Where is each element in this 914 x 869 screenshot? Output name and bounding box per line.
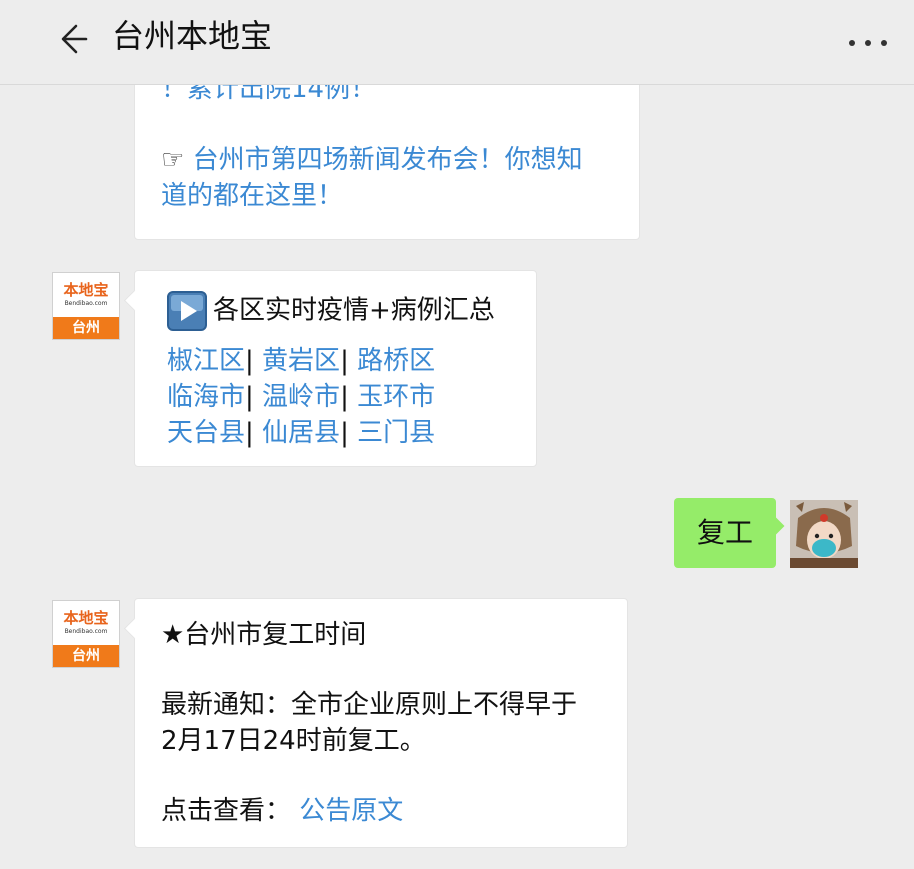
- resume-work-notice: 最新通知：全市企业原则上不得早于 2月17日24时前复工。: [161, 687, 577, 759]
- district-link[interactable]: 椒江区: [167, 346, 245, 376]
- message-bubble-districts: 各区实时疫情+病例汇总 椒江区| 黄岩区| 路桥区 临海市| 温岭市| 玉环市 …: [134, 270, 537, 467]
- more-button[interactable]: [844, 28, 892, 58]
- message-list[interactable]: ！累计出院14例！ ☞ 台州市第四场新闻发布会！你想知 道的都在这里！ 本地宝 …: [0, 85, 914, 869]
- districts-headline-row: 各区实时疫情+病例汇总: [167, 291, 495, 331]
- district-link[interactable]: 天台县: [167, 418, 245, 448]
- district-link[interactable]: 三门县: [357, 418, 435, 448]
- districts-headline: 各区实时疫情+病例汇总: [213, 295, 495, 326]
- district-link[interactable]: 玉环市: [357, 382, 435, 412]
- notice-line-1: 最新通知：全市企业原则上不得早于: [161, 690, 578, 720]
- news-line-top: ！累计出院14例！: [161, 85, 377, 104]
- announcement-link[interactable]: 公告原文: [299, 796, 403, 826]
- district-link[interactable]: 温岭市: [262, 382, 340, 412]
- brand-logo-text: 本地宝: [63, 281, 109, 299]
- back-button[interactable]: [56, 18, 100, 62]
- brand-logo-url: Bendibao.com: [64, 300, 108, 307]
- brand-logo-city: 台州: [53, 645, 119, 667]
- district-link[interactable]: 黄岩区: [262, 346, 340, 376]
- top-bar: 台州本地宝: [0, 0, 914, 85]
- news-link-text-l2: 道的都在这里！: [161, 181, 344, 211]
- district-grid: 椒江区| 黄岩区| 路桥区 临海市| 温岭市| 玉环市 天台县| 仙居县| 三门…: [167, 343, 435, 451]
- chat-title: 台州本地宝: [112, 17, 273, 55]
- brand-logo-text: 本地宝: [63, 609, 109, 627]
- brand-logo-url: Bendibao.com: [64, 628, 108, 635]
- click-to-view-row: 点击查看： 公告原文: [161, 793, 403, 829]
- district-link[interactable]: 临海市: [167, 382, 245, 412]
- message-bubble-news: ！累计出院14例！ ☞ 台州市第四场新闻发布会！你想知 道的都在这里！: [134, 85, 640, 240]
- resume-work-title: ★台州市复工时间: [161, 620, 367, 650]
- district-link[interactable]: 路桥区: [357, 346, 435, 376]
- separator: |: [245, 382, 254, 412]
- separator: |: [340, 418, 349, 448]
- ellipsis-icon: [849, 40, 887, 46]
- district-link[interactable]: 仙居县: [262, 418, 340, 448]
- separator: |: [340, 346, 349, 376]
- notice-line-2: 2月17日24时前复工。: [161, 726, 426, 756]
- bot-avatar[interactable]: 本地宝 Bendibao.com 台州: [52, 600, 120, 668]
- separator: |: [245, 346, 254, 376]
- bot-avatar[interactable]: 本地宝 Bendibao.com 台州: [52, 272, 120, 340]
- news-link-text-l1: 台州市第四场新闻发布会！你想知: [192, 145, 583, 175]
- message-bubble-resume-work: ★台州市复工时间 最新通知：全市企业原则上不得早于 2月17日24时前复工。 点…: [134, 598, 628, 848]
- separator: |: [340, 382, 349, 412]
- user-avatar[interactable]: [790, 500, 858, 568]
- arrow-left-icon: [61, 24, 88, 54]
- pointing-hand-icon: ☞: [161, 145, 185, 175]
- user-message-bubble[interactable]: 复工: [674, 498, 776, 568]
- district-row: 天台县| 仙居县| 三门县: [167, 415, 435, 451]
- separator: |: [245, 418, 254, 448]
- news-link[interactable]: ☞ 台州市第四场新闻发布会！你想知 道的都在这里！: [161, 142, 631, 214]
- user-avatar-reindeer-hat: [790, 500, 858, 568]
- brand-logo-city: 台州: [53, 317, 119, 339]
- district-row: 椒江区| 黄岩区| 路桥区: [167, 343, 435, 379]
- district-row: 临海市| 温岭市| 玉环市: [167, 379, 435, 415]
- play-icon: [167, 291, 207, 331]
- click-to-view-label: 点击查看：: [161, 796, 292, 826]
